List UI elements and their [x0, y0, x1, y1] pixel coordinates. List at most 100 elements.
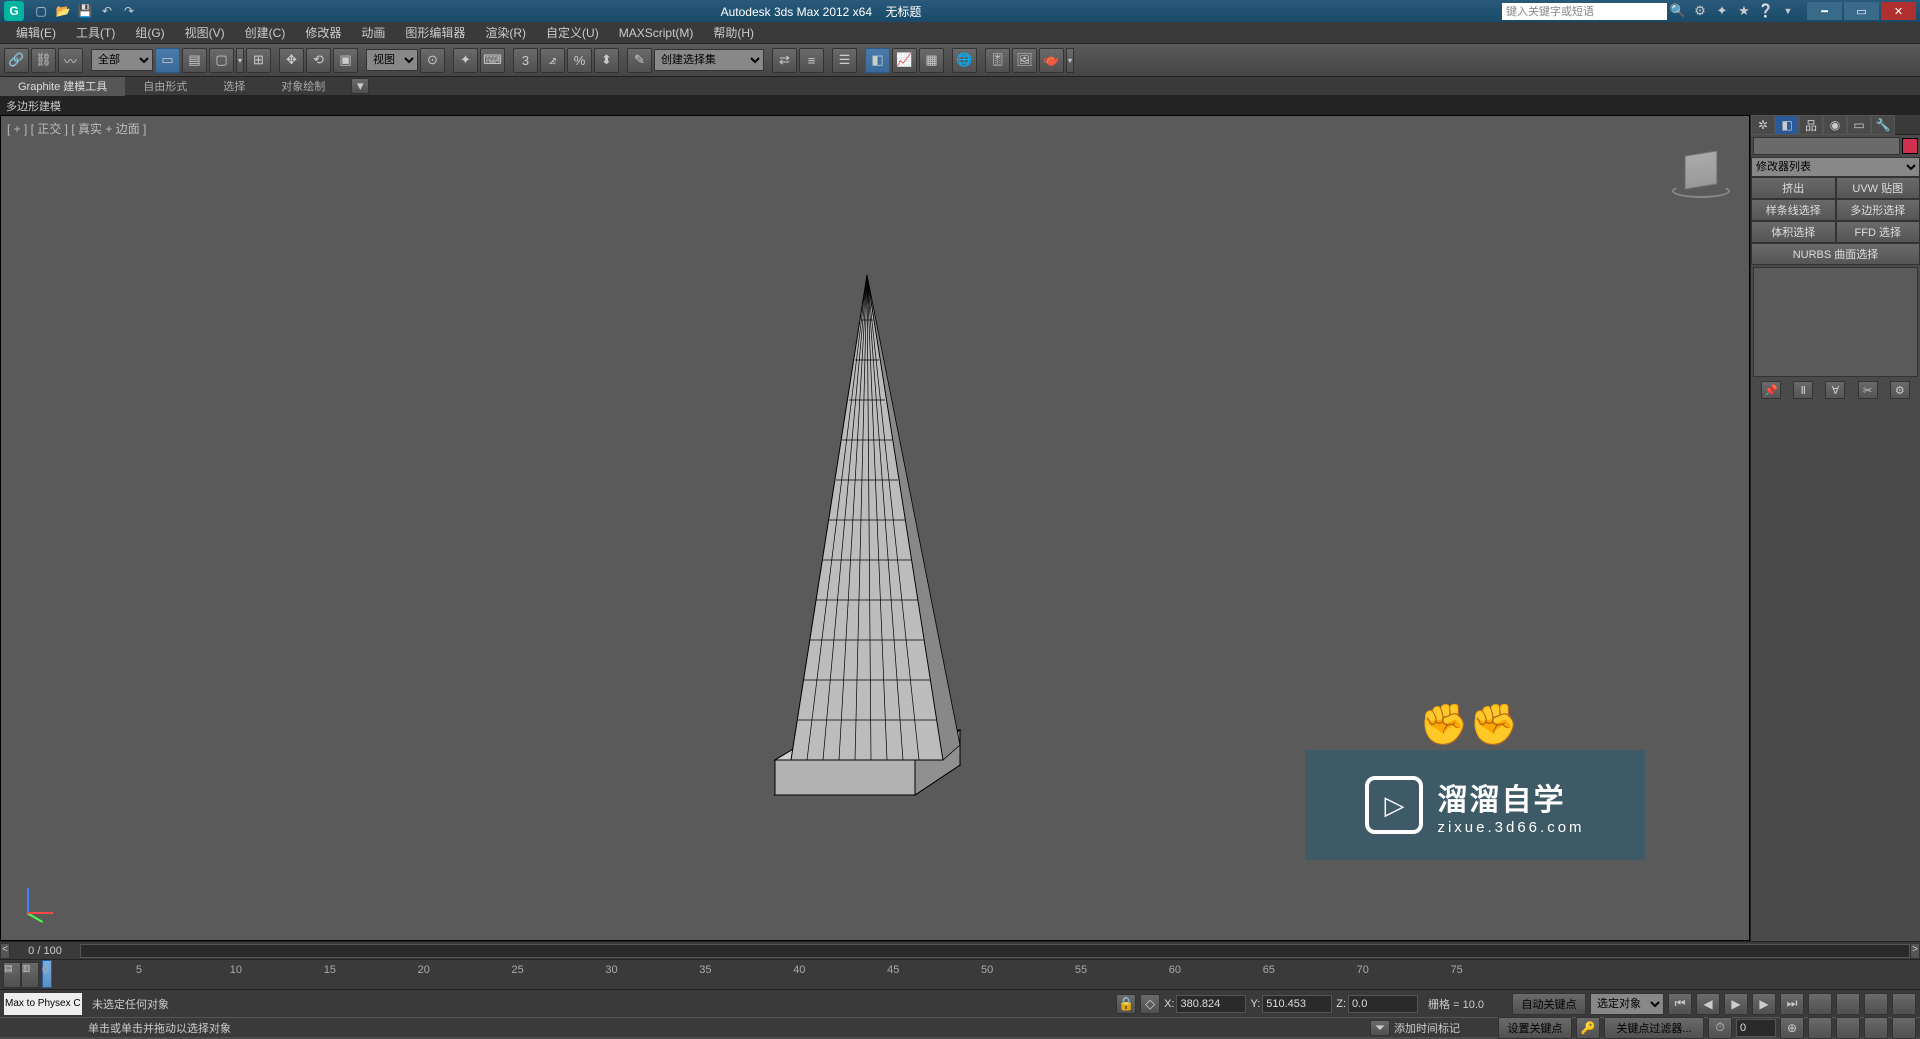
qat-redo-icon[interactable]: ↷ [120, 2, 138, 20]
mod-btn-vol-select[interactable]: 体积选择 [1751, 221, 1836, 243]
menu-animation[interactable]: 动画 [351, 21, 395, 44]
nav-zoom-extents-icon[interactable] [1864, 993, 1888, 1015]
select-manipulate-icon[interactable]: ✦ [453, 48, 478, 73]
time-ruler[interactable]: 0 5 10 15 20 25 30 35 40 45 50 55 60 65 … [42, 960, 1920, 989]
angle-snap-icon[interactable]: ⦨ [540, 48, 565, 73]
timeline-mode-a-icon[interactable]: ▤ [3, 962, 21, 988]
rendered-frame-icon[interactable]: 🖼 [1012, 48, 1037, 73]
cmd-tab-utilities-icon[interactable]: 🔧 [1871, 115, 1895, 135]
schematic-view-icon[interactable]: ▦ [919, 48, 944, 73]
render-setup-icon[interactable]: 🎚 [985, 48, 1010, 73]
mod-btn-ffd-select[interactable]: FFD 选择 [1836, 221, 1920, 243]
render-flyout-icon[interactable]: ▾ [1066, 48, 1074, 73]
make-unique-icon[interactable]: ∀ [1825, 381, 1845, 399]
menu-edit[interactable]: 编辑(E) [6, 21, 66, 44]
graphite-toggle-icon[interactable]: ◧ [865, 48, 890, 73]
scene-pyramid-object[interactable] [715, 240, 1035, 840]
qat-undo-icon[interactable]: ↶ [98, 2, 116, 20]
menu-group[interactable]: 组(G) [125, 21, 174, 44]
window-crossing-icon[interactable]: ⊞ [246, 48, 271, 73]
app-icon[interactable]: G [4, 1, 24, 21]
tab-object-paint[interactable]: 对象绘制 [263, 77, 343, 96]
menu-graph-editors[interactable]: 图形编辑器 [395, 21, 475, 44]
search-icon[interactable]: 🔍 [1669, 2, 1687, 20]
key-mode-icon[interactable]: 🔑 [1576, 1017, 1600, 1039]
select-by-name-icon[interactable]: ▤ [182, 48, 207, 73]
cmd-tab-modify-icon[interactable]: ◧ [1775, 115, 1799, 135]
scroll-left-icon[interactable]: < [0, 943, 10, 959]
remove-modifier-icon[interactable]: ✂ [1858, 381, 1878, 399]
select-move-icon[interactable]: ✥ [279, 48, 304, 73]
mod-btn-spline-select[interactable]: 样条线选择 [1751, 199, 1836, 221]
layer-manager-icon[interactable]: ☰ [832, 48, 857, 73]
time-tag-icon[interactable]: ⏷ [1370, 1020, 1390, 1036]
nav-fov-icon[interactable] [1892, 993, 1916, 1015]
set-key-button[interactable]: 设置关键点 [1498, 1017, 1572, 1039]
menu-customize[interactable]: 自定义(U) [536, 21, 609, 44]
coord-x-input[interactable] [1176, 995, 1246, 1013]
menu-views[interactable]: 视图(V) [175, 21, 235, 44]
viewport[interactable]: [ + ] [ 正交 ] [ 真实 + 边面 ] [0, 115, 1750, 941]
configure-sets-icon[interactable]: ⚙ [1890, 381, 1910, 399]
select-rotate-icon[interactable]: ⟲ [306, 48, 331, 73]
key-target-combo[interactable]: 选定对象 [1590, 993, 1664, 1015]
select-object-icon[interactable]: ▭ [155, 48, 180, 73]
cmd-tab-display-icon[interactable]: ▭ [1847, 115, 1871, 135]
nav-pan-icon[interactable] [1808, 993, 1832, 1015]
nav-max-toggle-icon[interactable] [1864, 1017, 1888, 1039]
use-pivot-center-icon[interactable]: ⊙ [420, 48, 445, 73]
window-close-button[interactable]: ✕ [1881, 2, 1916, 20]
menu-tools[interactable]: 工具(T) [66, 21, 125, 44]
cmd-tab-motion-icon[interactable]: ◉ [1823, 115, 1847, 135]
tab-selection[interactable]: 选择 [205, 77, 263, 96]
region-flyout-icon[interactable]: ▾ [236, 48, 244, 73]
goto-end-icon[interactable]: ⏭ [1780, 993, 1804, 1015]
nav-zoom-icon[interactable] [1836, 993, 1860, 1015]
mod-btn-extrude[interactable]: 挤出 [1751, 177, 1836, 199]
qat-open-icon[interactable]: 📂 [54, 2, 72, 20]
axis-gizmo[interactable] [21, 880, 61, 920]
viewport-label[interactable]: [ + ] [ 正交 ] [ 真实 + 边面 ] [7, 120, 146, 137]
ribbon-collapse-icon[interactable]: ▾ [351, 78, 369, 94]
keyboard-shortcut-icon[interactable]: ⌨ [480, 48, 505, 73]
isolate-icon[interactable]: ◇ [1140, 994, 1160, 1014]
show-end-result-icon[interactable]: Ⅱ [1793, 381, 1813, 399]
object-color-swatch[interactable] [1902, 138, 1918, 154]
subscription-icon[interactable]: ⚙ [1691, 2, 1709, 20]
next-frame-icon[interactable]: ▶ [1752, 993, 1776, 1015]
edit-named-sel-icon[interactable]: ✎ [627, 48, 652, 73]
render-production-icon[interactable]: 🫖 [1039, 48, 1064, 73]
spinner-snap-icon[interactable]: ⬍ [594, 48, 619, 73]
add-time-tag[interactable]: 添加时间标记 [1394, 1020, 1460, 1036]
menu-maxscript[interactable]: MAXScript(M) [609, 23, 704, 43]
qat-new-icon[interactable]: ▢ [32, 2, 50, 20]
favorites-icon[interactable]: ★ [1735, 2, 1753, 20]
key-filters-button[interactable]: 关键点过滤器... [1604, 1017, 1704, 1039]
ribbon-panel-header[interactable]: 多边形建模 [0, 96, 1920, 115]
nav-walk-icon[interactable] [1836, 1017, 1860, 1039]
modifier-stack[interactable] [1753, 267, 1918, 377]
coord-z-input[interactable] [1348, 995, 1418, 1013]
goto-start-icon[interactable]: ⏮ [1668, 993, 1692, 1015]
object-name-field[interactable] [1753, 137, 1900, 155]
scroll-right-icon[interactable]: > [1910, 943, 1920, 959]
bind-space-warp-icon[interactable]: 〰 [58, 48, 83, 73]
key-step-icon[interactable]: ⊕ [1780, 1017, 1804, 1039]
tab-graphite-modeling[interactable]: Graphite 建模工具 [0, 77, 125, 96]
select-scale-icon[interactable]: ▣ [333, 48, 358, 73]
cmd-tab-create-icon[interactable]: ✲ [1751, 115, 1775, 135]
link-icon[interactable]: 🔗 [4, 48, 29, 73]
window-maximize-button[interactable]: ▭ [1844, 2, 1879, 20]
menu-rendering[interactable]: 渲染(R) [475, 21, 536, 44]
nav-region-zoom-icon[interactable] [1892, 1017, 1916, 1039]
selection-lock-icon[interactable]: 🔒 [1116, 994, 1136, 1014]
mod-btn-poly-select[interactable]: 多边形选择 [1836, 199, 1920, 221]
cmd-tab-hierarchy-icon[interactable]: 品 [1799, 115, 1823, 135]
qat-save-icon[interactable]: 💾 [76, 2, 94, 20]
unlink-icon[interactable]: ⛓ [31, 48, 56, 73]
selection-filter-combo[interactable]: 全部 [91, 49, 153, 71]
exchange-icon[interactable]: ✦ [1713, 2, 1731, 20]
viewcube-ring-icon[interactable] [1672, 184, 1730, 198]
curve-editor-icon[interactable]: 📈 [892, 48, 917, 73]
menu-help[interactable]: 帮助(H) [703, 21, 764, 44]
